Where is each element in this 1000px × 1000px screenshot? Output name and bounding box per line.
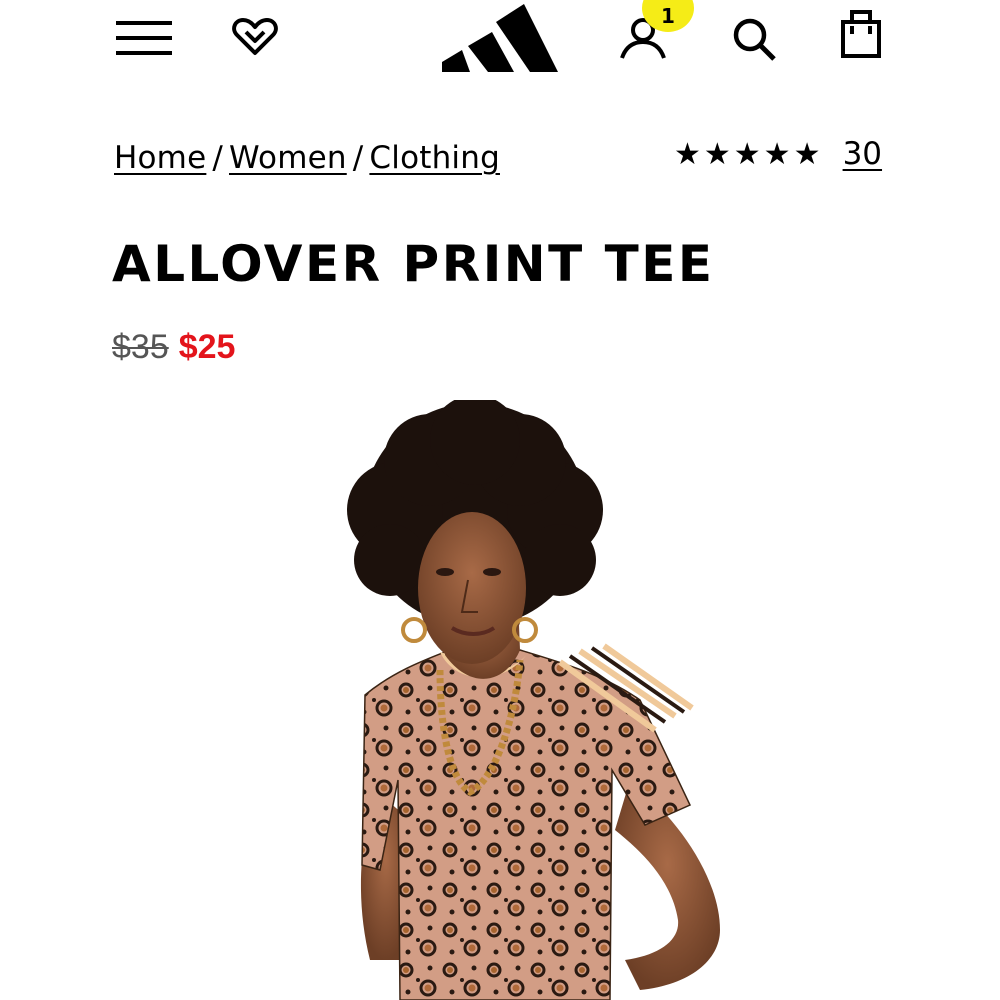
sale-price: $25 bbox=[178, 328, 236, 366]
star-rating-icon: ★★★★★ bbox=[674, 136, 824, 172]
model-face bbox=[418, 512, 526, 664]
original-price: $35 bbox=[112, 328, 169, 366]
search-icon[interactable] bbox=[731, 14, 779, 62]
shopping-bag-icon[interactable] bbox=[838, 6, 884, 58]
breadcrumb-home[interactable]: Home bbox=[114, 140, 206, 176]
review-count-link[interactable]: 30 bbox=[843, 136, 882, 172]
adidas-logo[interactable] bbox=[440, 0, 562, 76]
site-header: 1 bbox=[0, 0, 1000, 90]
product-title: ALLOVER PRINT TEE bbox=[112, 235, 715, 293]
product-price: $35 $25 bbox=[112, 325, 235, 369]
breadcrumb-separator: / bbox=[212, 140, 224, 176]
product-image[interactable] bbox=[0, 400, 1000, 1000]
product-rating: ★★★★★ 30 bbox=[674, 136, 882, 176]
breadcrumb-clothing[interactable]: Clothing bbox=[369, 140, 500, 176]
heart-icon[interactable] bbox=[232, 16, 278, 58]
breadcrumb-separator: / bbox=[352, 140, 364, 176]
hamburger-menu-icon[interactable] bbox=[114, 18, 174, 58]
breadcrumb: Home / Women / Clothing bbox=[114, 138, 500, 178]
breadcrumb-women[interactable]: Women bbox=[229, 140, 347, 176]
